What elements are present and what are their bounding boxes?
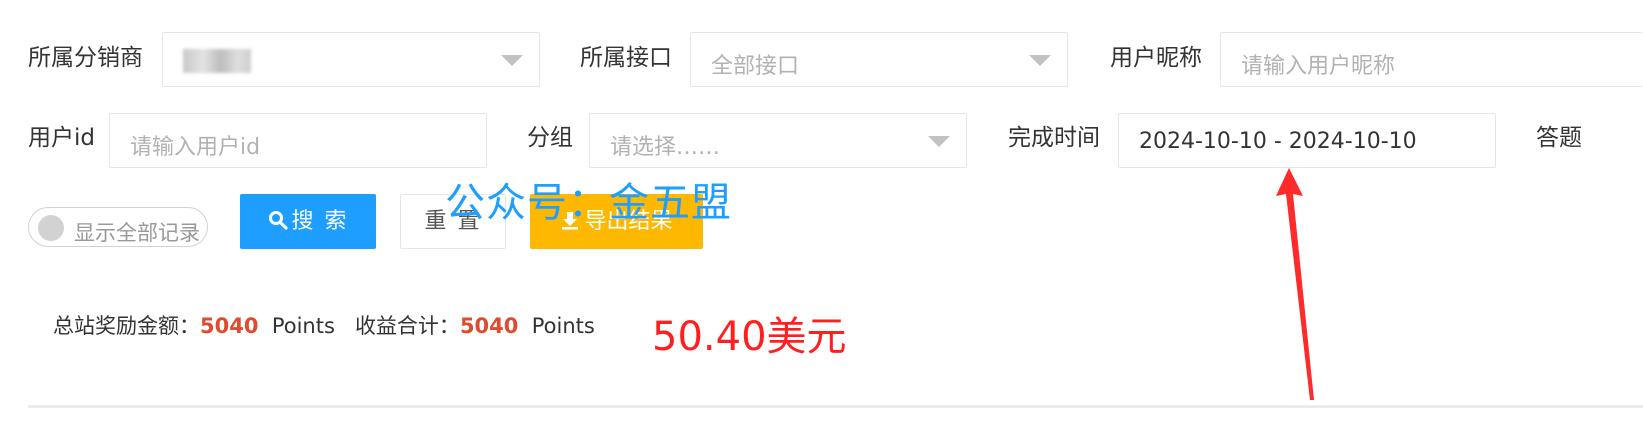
interface-select[interactable]: 全部接口 (690, 32, 1068, 87)
search-icon (268, 211, 288, 230)
income-label: 收益合计： (354, 314, 460, 338)
reward-value: 5040 (200, 314, 259, 338)
user-id-placeholder: 请输入用户id (130, 135, 261, 160)
chevron-down-icon (1029, 55, 1051, 66)
reward-unit: Points (271, 314, 335, 338)
stats-line: 总站奖励金额：5040 Points 收益合计：5040 Points (53, 310, 595, 340)
watermark-text: 公众号：金五盟 (445, 180, 732, 226)
distributor-label: 所属分销商 (28, 45, 143, 71)
income-value: 5040 (459, 314, 519, 338)
nickname-label: 用户昵称 (1110, 45, 1202, 71)
redacted-distributor-value (183, 49, 251, 73)
table-top-divider (28, 405, 1643, 408)
complete-time-label: 完成时间 (1008, 125, 1100, 151)
income-unit: Points (531, 314, 595, 338)
toggle-label: 显示全部记录 (74, 221, 200, 245)
complete-time-value: 2024-10-10 - 2024-10-10 (1139, 129, 1417, 154)
user-id-input[interactable]: 请输入用户id (109, 113, 487, 168)
usd-amount: 50.40美元 (652, 314, 847, 360)
group-placeholder: 请选择…… (610, 135, 721, 160)
show-all-records-toggle[interactable]: 显示全部记录 (28, 207, 208, 247)
interface-label: 所属接口 (580, 45, 672, 71)
nickname-input[interactable]: 请输入用户昵称 (1220, 32, 1643, 87)
answer-label: 答题 (1536, 125, 1582, 151)
arrow-annotation (1276, 168, 1314, 400)
search-button-label: 搜 索 (291, 209, 349, 234)
distributor-select[interactable] (162, 32, 540, 87)
group-label: 分组 (527, 125, 573, 151)
search-button[interactable]: 搜 索 (240, 194, 376, 249)
chevron-down-icon (928, 136, 950, 147)
user-id-label: 用户id (28, 125, 95, 151)
interface-placeholder: 全部接口 (711, 54, 800, 79)
toggle-knob (38, 215, 64, 241)
reward-label: 总站奖励金额： (53, 314, 200, 338)
nickname-placeholder: 请输入用户昵称 (1241, 54, 1396, 79)
group-select[interactable]: 请选择…… (589, 113, 967, 168)
chevron-down-icon (501, 55, 523, 66)
